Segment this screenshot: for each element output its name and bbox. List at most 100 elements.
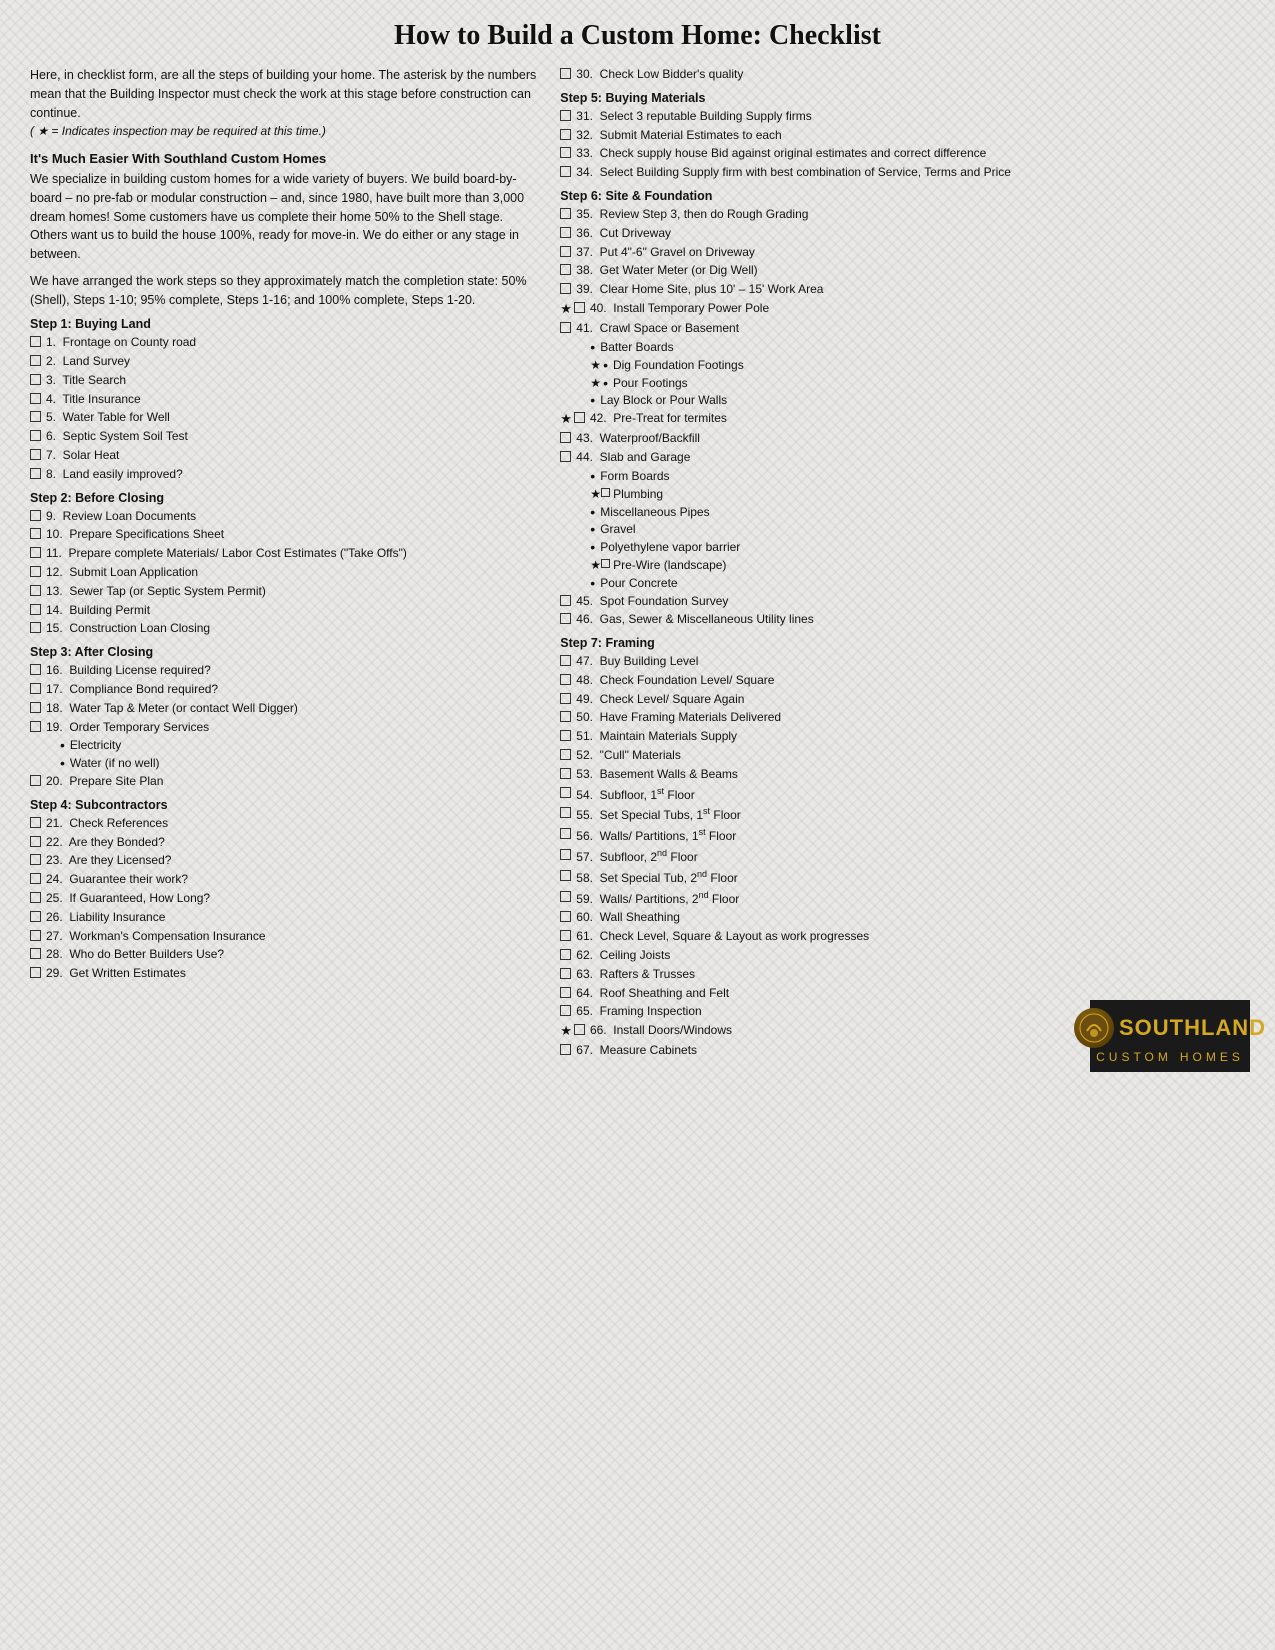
checkbox[interactable] [30, 873, 41, 884]
checkbox[interactable] [30, 430, 41, 441]
checkbox[interactable] [560, 68, 571, 79]
checkbox[interactable] [560, 110, 571, 121]
checkbox[interactable] [560, 129, 571, 140]
checkbox[interactable] [30, 622, 41, 633]
list-item: 45. Spot Foundation Survey [560, 593, 1228, 610]
star-icon: ★ [590, 375, 601, 392]
checkbox[interactable] [30, 468, 41, 479]
checkbox[interactable] [560, 949, 571, 960]
list-item: 34. Select Building Supply firm with bes… [560, 164, 1228, 181]
list-item: 52. "Cull" Materials [560, 747, 1228, 764]
checkbox[interactable] [30, 664, 41, 675]
mini-checkbox[interactable] [601, 559, 610, 568]
checkbox[interactable] [30, 683, 41, 694]
checkbox[interactable] [30, 547, 41, 558]
list-item: 44. Slab and Garage [560, 449, 1228, 466]
checkbox[interactable] [560, 768, 571, 779]
list-item: 9. Review Loan Documents [30, 508, 540, 525]
checkbox[interactable] [560, 322, 571, 333]
checkbox[interactable] [30, 911, 41, 922]
checkbox[interactable] [560, 930, 571, 941]
checkbox[interactable] [574, 302, 585, 313]
checkbox[interactable] [30, 892, 41, 903]
sub-item: •Lay Block or Pour Walls [590, 392, 1228, 409]
logo-top: SOUTHLAND [1074, 1008, 1266, 1048]
right-column: 30. Check Low Bidder's quality Step 5: B… [560, 66, 1228, 1067]
checkbox[interactable] [560, 849, 571, 860]
checkbox[interactable] [560, 693, 571, 704]
checkbox[interactable] [574, 412, 585, 423]
intro-paragraph: Here, in checklist form, are all the ste… [30, 66, 540, 141]
checkbox[interactable] [30, 449, 41, 460]
checkbox[interactable] [560, 451, 571, 462]
list-item: 48. Check Foundation Level/ Square [560, 672, 1228, 689]
checkbox[interactable] [30, 948, 41, 959]
checkbox[interactable] [30, 702, 41, 713]
checkbox[interactable] [30, 566, 41, 577]
checkbox[interactable] [30, 411, 41, 422]
checkbox[interactable] [560, 613, 571, 624]
sub-item: ★ • Dig Foundation Footings [590, 357, 1228, 374]
list-item: 32. Submit Material Estimates to each [560, 127, 1228, 144]
logo-box: SOUTHLAND CUSTOM HOMES [1090, 1000, 1250, 1072]
list-item: 23. Are they Licensed? [30, 852, 540, 869]
star-icon: ★ [560, 1022, 572, 1040]
checkbox[interactable] [560, 147, 571, 158]
checkbox[interactable] [30, 528, 41, 539]
list-item: 1. Frontage on County road [30, 334, 540, 351]
checkbox[interactable] [560, 166, 571, 177]
checkbox[interactable] [560, 432, 571, 443]
checkbox[interactable] [560, 227, 571, 238]
checkbox[interactable] [560, 987, 571, 998]
sub-item: •Polyethylene vapor barrier [590, 539, 1228, 556]
checkbox[interactable] [560, 711, 571, 722]
checkbox[interactable] [560, 1044, 571, 1055]
checkbox[interactable] [30, 336, 41, 347]
checkbox[interactable] [30, 817, 41, 828]
checkbox[interactable] [574, 1024, 585, 1035]
page-title: How to Build a Custom Home: Checklist [30, 20, 1245, 52]
checkbox[interactable] [560, 208, 571, 219]
checkbox[interactable] [30, 374, 41, 385]
checkbox[interactable] [560, 891, 571, 902]
promo-header: It's Much Easier With Southland Custom H… [30, 151, 540, 166]
list-item: 36. Cut Driveway [560, 225, 1228, 242]
checkbox[interactable] [560, 246, 571, 257]
checkbox[interactable] [30, 721, 41, 732]
checkbox[interactable] [560, 674, 571, 685]
star-icon: ★ [560, 300, 572, 318]
checkbox[interactable] [30, 604, 41, 615]
checkbox[interactable] [30, 585, 41, 596]
step3-section: Step 3: After Closing 16. Building Licen… [30, 645, 540, 790]
list-item: 12. Submit Loan Application [30, 564, 540, 581]
list-item: ★ 40. Install Temporary Power Pole [560, 300, 1228, 318]
checkbox[interactable] [560, 730, 571, 741]
list-item: 26. Liability Insurance [30, 909, 540, 926]
checkbox[interactable] [30, 393, 41, 404]
list-item: 47. Buy Building Level [560, 653, 1228, 670]
step5-section: Step 5: Buying Materials 31. Select 3 re… [560, 91, 1228, 181]
checkbox[interactable] [560, 787, 571, 798]
checkbox[interactable] [30, 510, 41, 521]
checkbox[interactable] [30, 836, 41, 847]
list-item: 27. Workman's Compensation Insurance [30, 928, 540, 945]
checkbox[interactable] [560, 870, 571, 881]
sub-item: •Electricity [60, 737, 540, 754]
checkbox[interactable] [560, 828, 571, 839]
checkbox[interactable] [560, 264, 571, 275]
checkbox[interactable] [560, 655, 571, 666]
list-item: ★ 42. Pre-Treat for termites [560, 410, 1228, 428]
checkbox[interactable] [30, 967, 41, 978]
checkbox[interactable] [560, 283, 571, 294]
checkbox[interactable] [560, 1005, 571, 1016]
checkbox[interactable] [30, 930, 41, 941]
checkbox[interactable] [560, 968, 571, 979]
checkbox[interactable] [560, 595, 571, 606]
checkbox[interactable] [30, 854, 41, 865]
checkbox[interactable] [30, 775, 41, 786]
checkbox[interactable] [30, 355, 41, 366]
checkbox[interactable] [560, 749, 571, 760]
checkbox[interactable] [560, 911, 571, 922]
checkbox[interactable] [560, 807, 571, 818]
mini-checkbox[interactable] [601, 488, 610, 497]
